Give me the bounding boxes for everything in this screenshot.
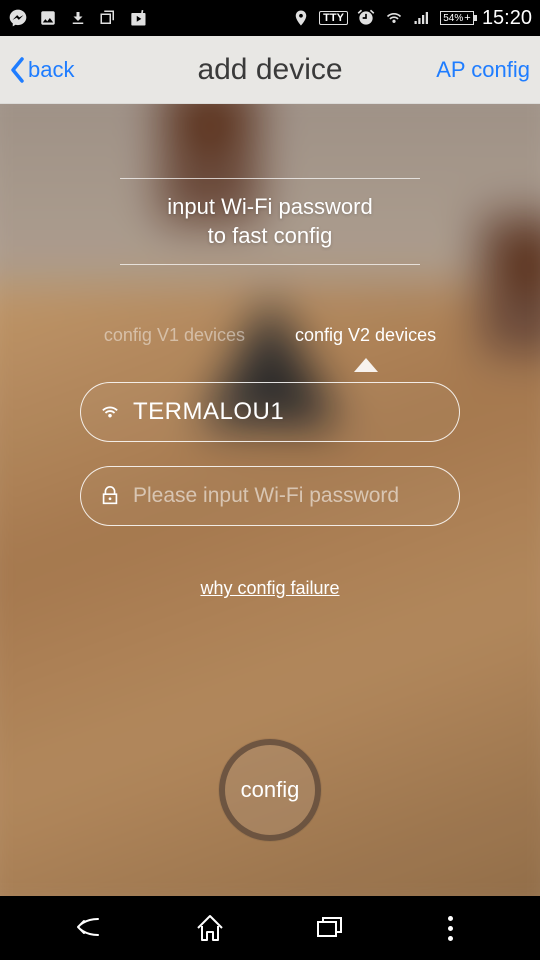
tab-v1-devices[interactable]: config V1 devices: [104, 325, 245, 354]
tty-icon: TTY: [319, 11, 348, 25]
recent-apps-icon: [314, 912, 346, 944]
back-arrow-icon: [70, 913, 110, 943]
wifi-icon: [99, 401, 121, 423]
messenger-icon: [8, 8, 28, 28]
app-header: back add device AP config: [0, 36, 540, 104]
wifi-password-field-container: [80, 466, 460, 526]
battery-icon: 54%+: [440, 11, 474, 25]
clock: 15:20: [482, 7, 532, 30]
instruction-line-1: input Wi-Fi password: [120, 193, 420, 222]
wifi-ssid-value: TERMALOU1: [133, 398, 284, 426]
alarm-icon: [356, 8, 376, 28]
status-bar: TTY 54%+ 15:20: [0, 0, 540, 36]
battery-text: 54%: [443, 13, 463, 24]
instruction-block: input Wi-Fi password to fast config: [120, 178, 420, 265]
nav-recent-button[interactable]: [310, 908, 350, 948]
gallery-icon: [38, 8, 58, 28]
location-icon: [291, 8, 311, 28]
lock-icon: [99, 485, 121, 507]
wifi-icon: [384, 8, 404, 28]
device-version-tabs: config V1 devices config V2 devices: [60, 325, 480, 354]
windows-icon: [98, 8, 118, 28]
signal-icon: [412, 8, 432, 28]
main-content: input Wi-Fi password to fast config conf…: [0, 104, 540, 896]
nav-menu-button[interactable]: [430, 908, 470, 948]
why-config-failure-link[interactable]: why config failure: [200, 578, 339, 599]
config-button[interactable]: config: [219, 739, 321, 841]
ap-config-link[interactable]: AP config: [436, 57, 530, 83]
instruction-line-2: to fast config: [120, 222, 420, 251]
back-button[interactable]: back: [10, 57, 74, 83]
tab-v2-devices[interactable]: config V2 devices: [295, 325, 436, 354]
nav-home-button[interactable]: [190, 908, 230, 948]
wifi-ssid-field[interactable]: TERMALOU1: [80, 382, 460, 442]
vertical-dots-icon: [448, 916, 453, 941]
play-store-icon: [128, 8, 148, 28]
system-nav-bar: [0, 896, 540, 960]
nav-back-button[interactable]: [70, 908, 110, 948]
home-icon: [194, 912, 226, 944]
chevron-left-icon: [10, 57, 24, 83]
download-icon: [68, 8, 88, 28]
wifi-password-input[interactable]: [133, 484, 441, 508]
back-label: back: [28, 57, 74, 83]
